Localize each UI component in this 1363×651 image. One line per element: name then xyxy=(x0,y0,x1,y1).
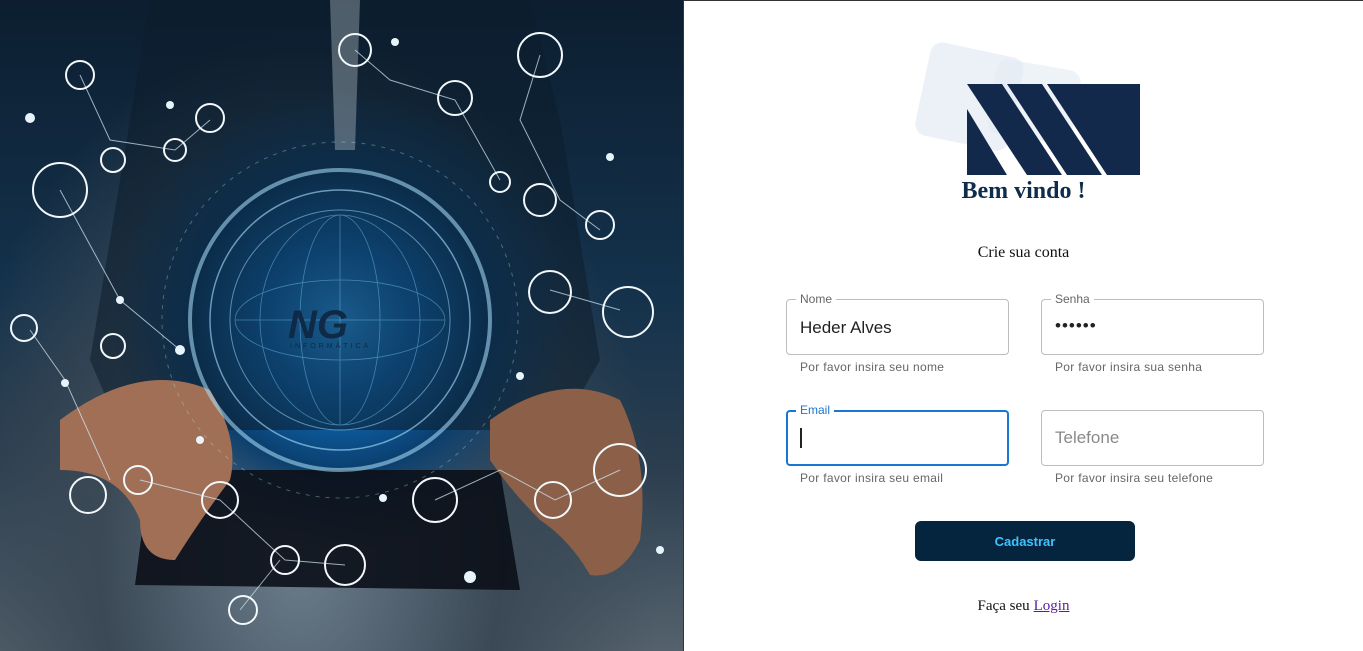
password-value[interactable]: •••••• xyxy=(1055,316,1097,336)
email-helper: Por favor insira seu email xyxy=(800,471,944,485)
welcome-title: Bem vindo ! xyxy=(961,178,1086,204)
email-field[interactable]: Email xyxy=(786,403,1009,466)
phone-helper: Por favor insira seu telefone xyxy=(1055,471,1214,485)
name-value[interactable]: Heder Alves xyxy=(800,318,892,338)
password-helper: Por favor insira sua senha xyxy=(1055,360,1203,374)
phone-placeholder: Telefone xyxy=(1055,428,1120,447)
login-prompt: Faça seu Login xyxy=(684,598,1363,615)
text-caret xyxy=(800,428,802,448)
password-label: Senha xyxy=(1051,292,1094,306)
svg-text:INFORMÁTICA: INFORMÁTICA xyxy=(290,341,371,350)
welcome-subtitle: Crie sua conta xyxy=(977,244,1070,261)
phone-field[interactable]: Telefone xyxy=(1041,410,1264,466)
password-field[interactable]: Senha •••••• xyxy=(1041,292,1264,355)
svg-text:NG: NG xyxy=(288,303,348,347)
login-link[interactable]: Login xyxy=(1034,598,1070,614)
register-button[interactable]: Cadastrar xyxy=(915,521,1135,561)
login-prompt-text: Faça seu xyxy=(977,598,1030,614)
email-label: Email xyxy=(796,403,835,417)
name-helper: Por favor insira seu nome xyxy=(800,360,945,374)
signup-panel: Bem vindo ! Crie sua conta Nome Heder Al… xyxy=(684,1,1363,651)
name-field[interactable]: Nome Heder Alves xyxy=(786,292,1009,355)
name-label: Nome xyxy=(796,292,837,306)
hero-image: NG INFORMÁTICA xyxy=(0,0,683,651)
brand-logo xyxy=(912,39,1142,179)
